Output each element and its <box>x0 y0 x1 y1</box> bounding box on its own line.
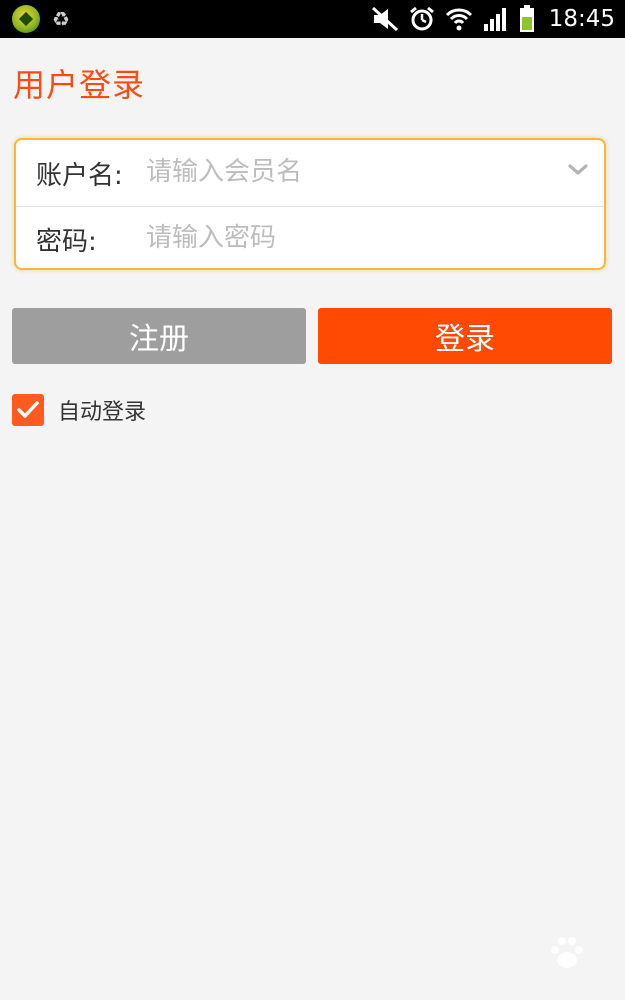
password-label: 密码: <box>36 226 97 257</box>
login-form: 账户名: 密码: <box>14 138 606 270</box>
account-row: 账户名: <box>16 140 604 207</box>
account-input[interactable] <box>146 152 556 192</box>
page-title: 用户登录 <box>13 66 146 104</box>
paw-icon <box>551 937 583 968</box>
auto-login-checkbox[interactable] <box>12 394 44 426</box>
status-left: ♻ <box>12 5 70 33</box>
status-time: 18:45 <box>548 6 615 32</box>
auto-login-option[interactable]: 自动登录 <box>12 394 146 426</box>
account-label: 账户名: <box>36 160 123 191</box>
signal-icon <box>483 8 506 31</box>
wifi-icon <box>445 8 472 31</box>
status-right: 18:45 <box>371 2 615 36</box>
status-bar: ♻ 18:45 <box>0 0 625 38</box>
checkmark-icon <box>17 401 39 418</box>
watermark-logo <box>545 932 589 972</box>
register-button[interactable]: 注册 <box>12 308 306 364</box>
auto-login-label: 自动登录 <box>58 400 147 425</box>
recycle-icon: ♻ <box>52 7 70 31</box>
app-badge-icon <box>12 5 40 33</box>
chevron-down-icon[interactable] <box>566 158 590 182</box>
battery-icon <box>519 5 534 32</box>
login-button[interactable]: 登录 <box>318 308 612 364</box>
alarm-icon <box>409 6 434 31</box>
mute-icon <box>371 6 398 32</box>
password-row: 密码: <box>16 206 604 272</box>
password-input[interactable] <box>146 218 556 258</box>
